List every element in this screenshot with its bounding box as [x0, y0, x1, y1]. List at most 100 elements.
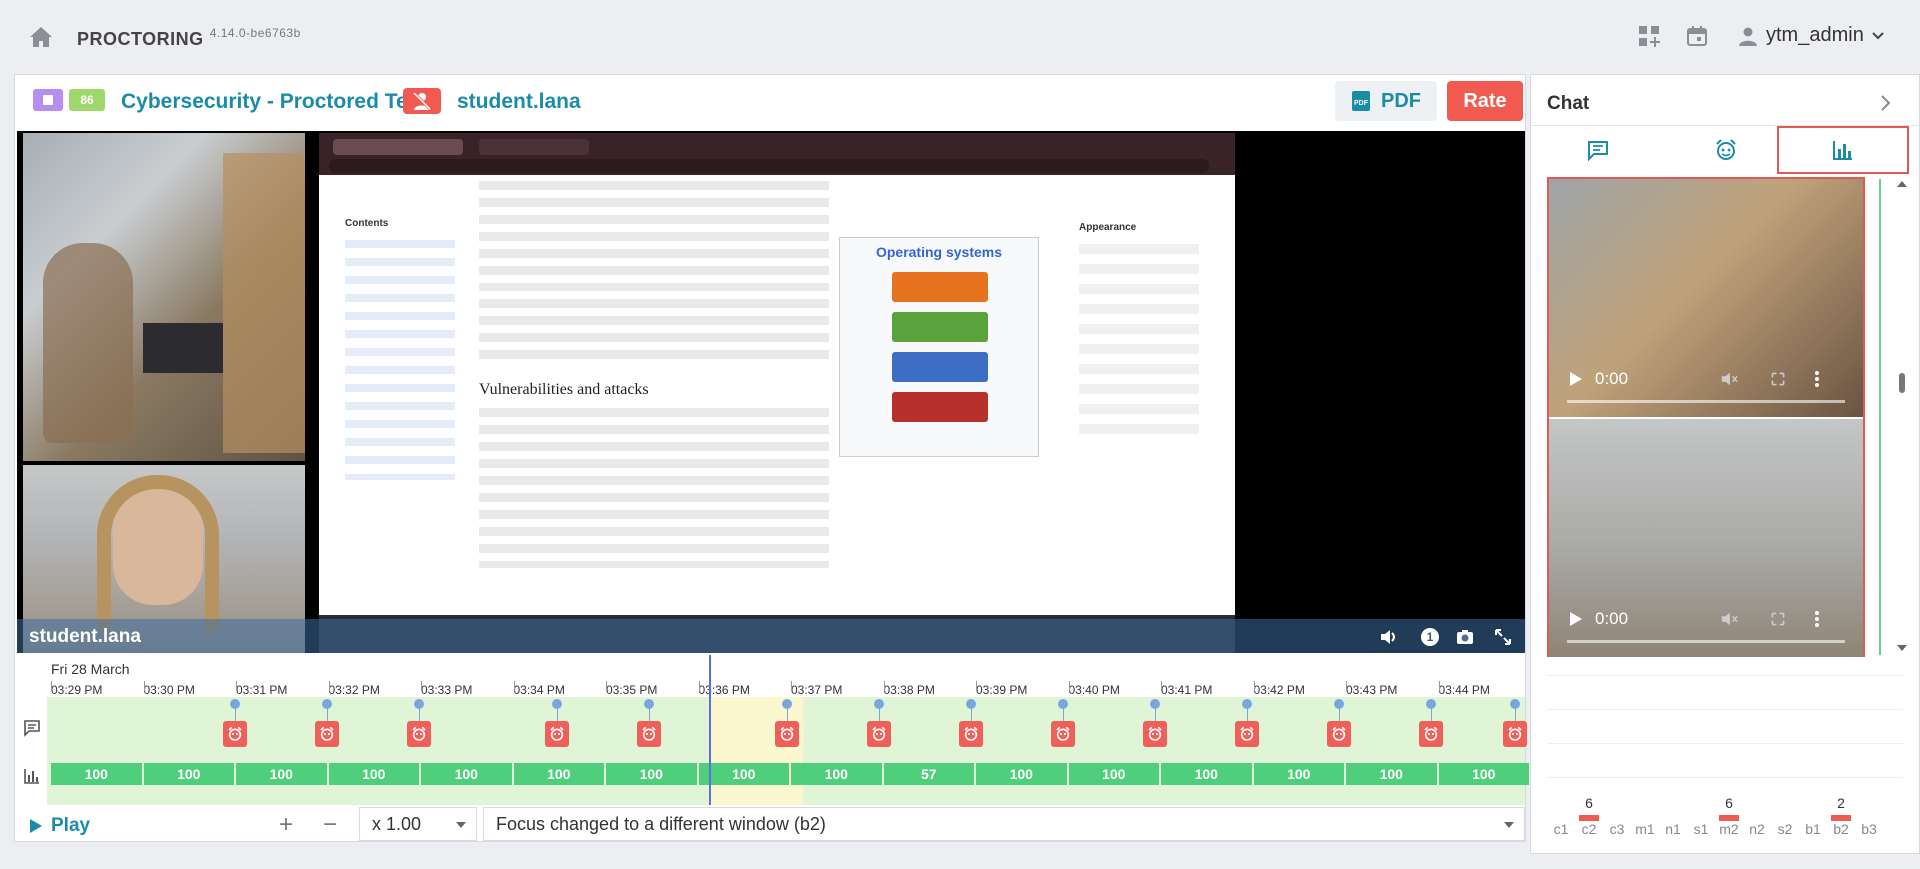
alarm-event-tile[interactable]: [959, 721, 983, 747]
wiki-text: Vulnerabilities and attacks: [479, 175, 829, 568]
alarm-event-tile[interactable]: [637, 721, 661, 747]
timeline-date: Fri 28 March: [51, 661, 130, 677]
exam-title[interactable]: Cybersecurity - Proctored Test: [121, 90, 426, 114]
alarm-icon: [1056, 726, 1070, 741]
alarm-icon: [1716, 139, 1736, 160]
bar-category-label: c1: [1553, 821, 1569, 837]
alarm-icon: [550, 726, 564, 741]
video-player[interactable]: Contents Vulnerabilities and attacks Ope…: [17, 131, 1525, 653]
video-progress-2[interactable]: [1567, 640, 1845, 643]
alarm-event-tile[interactable]: [867, 721, 891, 747]
svg-text:PDF: PDF: [1354, 100, 1369, 107]
pdf-button[interactable]: PDF PDF: [1335, 81, 1437, 121]
alarm-event-tile[interactable]: [223, 721, 247, 747]
bar-chart-icon: [1833, 141, 1852, 160]
alarm-event-tile[interactable]: [1419, 721, 1443, 747]
add-dashboard-icon[interactable]: [1637, 24, 1661, 48]
rate-button[interactable]: Rate: [1447, 81, 1523, 121]
score-cell[interactable]: 57: [883, 763, 974, 785]
timeline-tick: [513, 681, 515, 691]
recorded-video-2[interactable]: 0:00: [1549, 419, 1863, 657]
volume-icon[interactable]: [1379, 627, 1399, 647]
bar-category-label: s2: [1777, 821, 1793, 837]
scroll-down-icon[interactable]: [1895, 643, 1909, 653]
score-cell[interactable]: 100: [791, 763, 882, 785]
zoom-in-button[interactable]: +: [279, 811, 293, 839]
alarm-event-tile[interactable]: [1503, 721, 1527, 747]
alarm-event-tile[interactable]: [545, 721, 569, 747]
home-icon[interactable]: [28, 26, 54, 48]
alarm-event-tile[interactable]: [1051, 721, 1075, 747]
bar[interactable]: [1831, 815, 1851, 821]
score-cell[interactable]: 100: [1161, 763, 1252, 785]
scrollbar-thumb[interactable]: [1899, 373, 1905, 393]
score-cell[interactable]: 100: [976, 763, 1067, 785]
user-icon: [1739, 27, 1757, 46]
caret-down-icon: [456, 822, 466, 828]
recorded-video-1[interactable]: 0:00: [1549, 179, 1863, 417]
video-time-2: 0:00: [1595, 609, 1629, 628]
play-icon[interactable]: [1569, 611, 1583, 627]
alarm-icon: [872, 726, 886, 741]
fullscreen-icon[interactable]: [1770, 611, 1786, 627]
score-cell[interactable]: 100: [606, 763, 697, 785]
speed-select[interactable]: x 1.00: [359, 807, 477, 841]
user-menu[interactable]: ytm_admin: [1738, 24, 1884, 47]
tab-messages[interactable]: [1535, 126, 1661, 174]
fullscreen-icon[interactable]: [1493, 627, 1513, 647]
alarm-event-tile[interactable]: [1327, 721, 1351, 747]
more-vertical-icon[interactable]: [1814, 610, 1820, 628]
more-vertical-icon[interactable]: [1814, 370, 1820, 388]
scroll-up-icon[interactable]: [1895, 179, 1909, 189]
alarm-icon: [964, 726, 978, 741]
zoom-out-button[interactable]: −: [323, 811, 337, 839]
caret-down-icon: [1504, 822, 1514, 828]
camera-icon[interactable]: [1455, 627, 1475, 647]
mute-icon[interactable]: [1720, 610, 1738, 628]
alarm-event-tile[interactable]: [315, 721, 339, 747]
fullscreen-icon[interactable]: [1770, 371, 1786, 387]
speed-value: x 1.00: [372, 814, 422, 834]
alarm-icon: [1240, 726, 1254, 741]
timeline[interactable]: Fri 28 March 03:29 PM 03:30 PM 03:31 PM 03:…: [17, 655, 1529, 805]
score-cell[interactable]: 100: [698, 763, 789, 785]
scrollbar[interactable]: [1895, 179, 1909, 655]
score-cell[interactable]: 100: [1068, 763, 1159, 785]
score-cell[interactable]: 100: [1253, 763, 1344, 785]
play-icon[interactable]: [1569, 371, 1583, 387]
user-slash-icon: [412, 91, 432, 111]
score-cell[interactable]: 100: [1346, 763, 1437, 785]
play-button[interactable]: Play: [29, 815, 90, 837]
chevron-right-icon[interactable]: [1875, 93, 1895, 113]
alarm-event-tile[interactable]: [775, 721, 799, 747]
status-indicator-line: [1879, 179, 1881, 655]
mute-icon[interactable]: [1720, 370, 1738, 388]
chat-tabs: [1531, 125, 1920, 174]
wiki-appearance: Appearance: [1079, 219, 1199, 444]
alarm-event-tile[interactable]: [1143, 721, 1167, 747]
alarm-event-tile[interactable]: [1235, 721, 1259, 747]
user-off-button[interactable]: [403, 88, 441, 114]
bar[interactable]: [1719, 815, 1739, 821]
score-cell[interactable]: 100: [1438, 763, 1529, 785]
tab-stats[interactable]: [1777, 126, 1909, 174]
student-name-link[interactable]: student.lana: [457, 90, 581, 114]
score-cell[interactable]: 100: [236, 763, 327, 785]
appearance-heading: Appearance: [1079, 222, 1137, 233]
video-progress-1[interactable]: [1567, 400, 1845, 403]
score-cell[interactable]: 100: [143, 763, 234, 785]
score-cell[interactable]: 100: [51, 763, 142, 785]
infobox-title: Operating systems: [875, 244, 1003, 260]
alarm-event-tile[interactable]: [407, 721, 431, 747]
event-select[interactable]: Focus changed to a different window (b2): [483, 807, 1525, 841]
chat-title: Chat: [1547, 93, 1590, 114]
score-cell[interactable]: 100: [328, 763, 419, 785]
score-cell[interactable]: 100: [421, 763, 512, 785]
stream-count-badge[interactable]: 1: [1421, 628, 1439, 646]
tab-alarms[interactable]: [1663, 126, 1789, 174]
playhead[interactable]: [709, 655, 711, 805]
score-cell[interactable]: 100: [513, 763, 604, 785]
session-panel: 86 Cybersecurity - Proctored Test studen…: [14, 74, 1529, 842]
calendar-icon[interactable]: [1685, 24, 1709, 48]
bar[interactable]: [1579, 815, 1599, 821]
